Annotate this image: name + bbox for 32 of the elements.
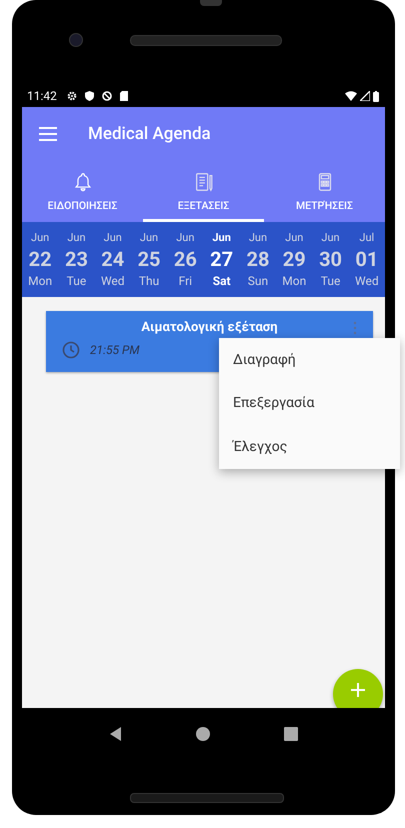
sd-card-icon <box>120 91 128 101</box>
date-item[interactable]: Jun 25 Thu <box>130 222 168 297</box>
circle-slash-icon <box>102 91 112 101</box>
date-item[interactable]: Jun 23 Tue <box>58 222 95 297</box>
gear-icon <box>66 91 77 101</box>
date-item[interactable]: Jun 27 Sat <box>203 222 240 297</box>
menu-item[interactable]: Επεξεργασία <box>219 382 400 425</box>
app-title: Medical Agenda <box>88 124 211 144</box>
recents-button[interactable] <box>283 726 300 742</box>
wifi-icon <box>345 91 357 101</box>
event-title: Αιματολογική εξέταση <box>141 320 278 335</box>
menu-item[interactable]: Έλεγχος <box>219 425 400 468</box>
back-button[interactable] <box>108 726 124 742</box>
date-item[interactable]: Jun 24 Wed <box>94 222 131 297</box>
signal-icon <box>360 91 370 101</box>
date-item[interactable]: Jun 29 Mon <box>276 222 312 297</box>
sensor-notch <box>200 0 222 6</box>
tab[interactable]: ΕΙΔΟΠΟΙΗΣΕΙΣ <box>22 160 143 222</box>
date-item[interactable]: Jun 30 Tue <box>312 222 349 297</box>
date-item[interactable]: Jun 28 Sun <box>240 222 276 297</box>
battery-icon <box>373 90 379 102</box>
home-button[interactable] <box>195 726 212 742</box>
date-item[interactable]: Jul 01 Wed <box>348 222 385 297</box>
status-time: 11:42 <box>27 89 57 103</box>
event-time: 21:55 PM <box>90 343 140 357</box>
date-item[interactable]: Jun 22 Mon <box>22 222 58 297</box>
date-item[interactable]: Jun 26 Fri <box>167 222 204 297</box>
tab[interactable]: ΜΕΤΡΉΣΕΙΣ <box>264 160 385 222</box>
camera-lens <box>69 33 83 47</box>
clock-icon <box>62 341 80 359</box>
shield-icon <box>84 91 94 101</box>
plus-icon <box>351 683 365 697</box>
